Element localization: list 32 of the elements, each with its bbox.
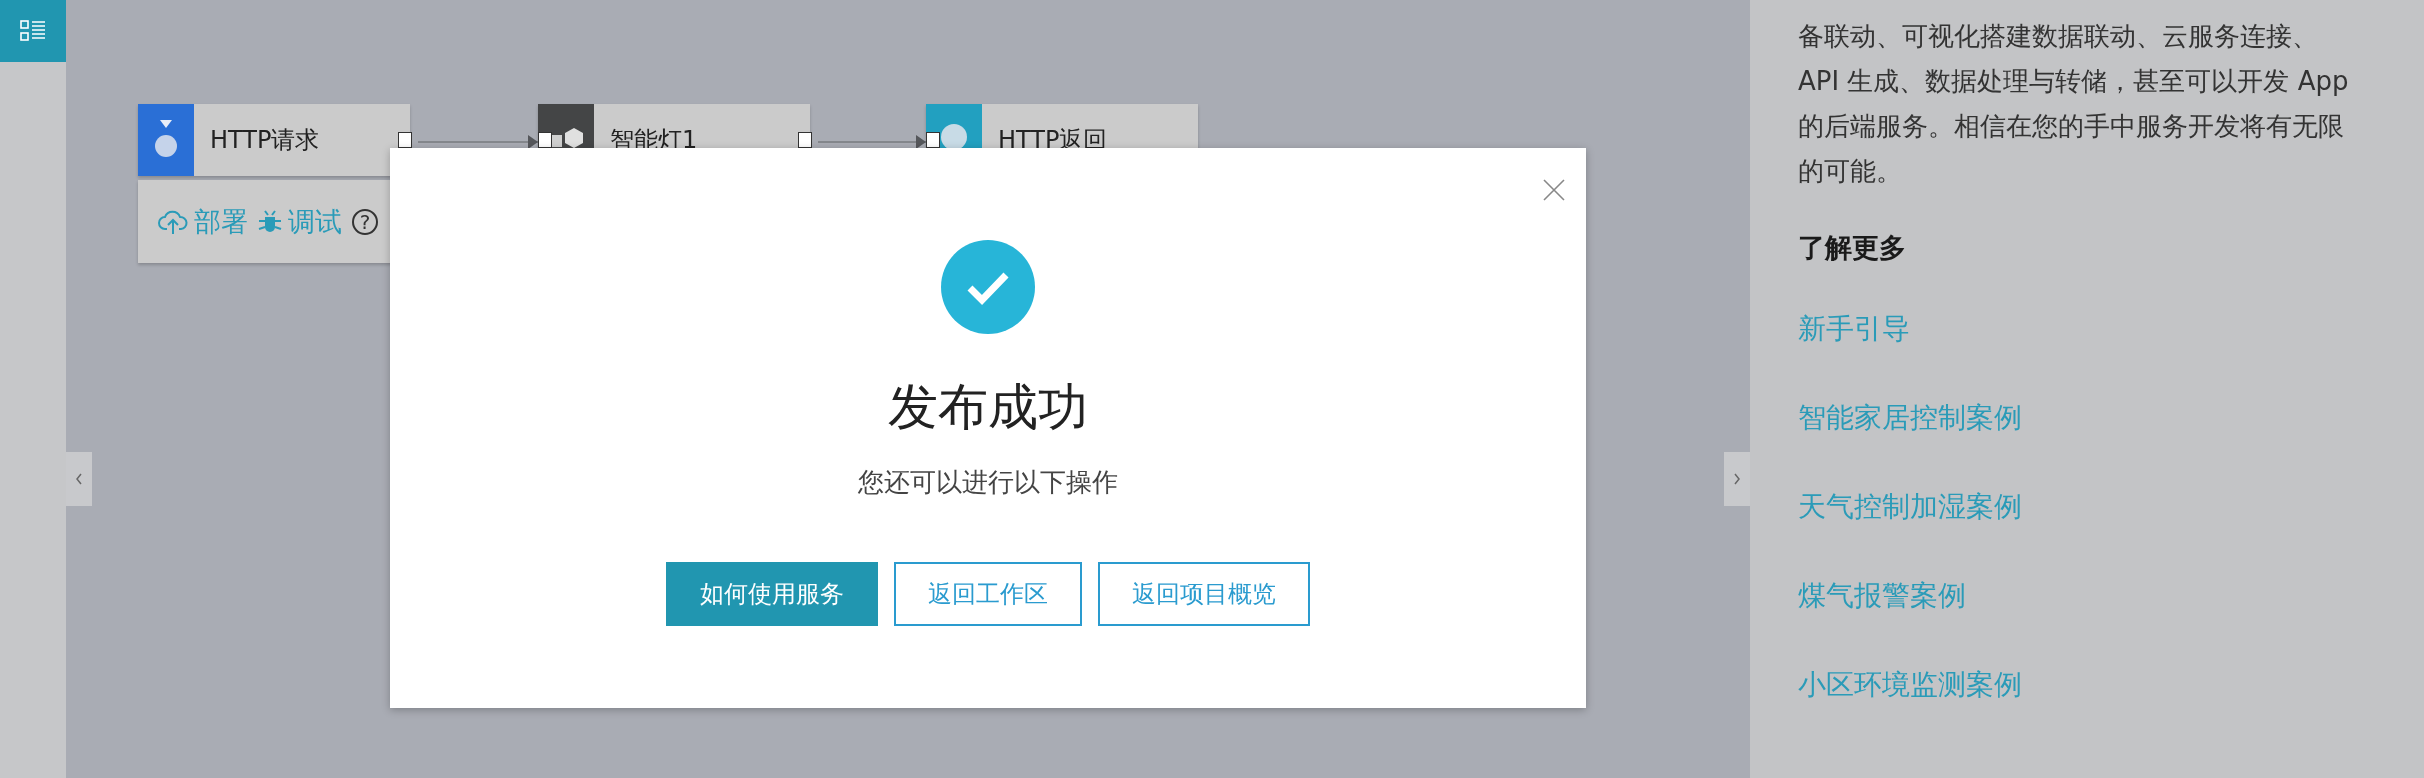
port-handle[interactable]: [538, 132, 552, 148]
chevron-left-icon: [74, 472, 84, 486]
dialog-button[interactable]: 返回工作区: [894, 562, 1082, 626]
close-button[interactable]: [1542, 178, 1566, 202]
dialog-button[interactable]: 返回项目概览: [1098, 562, 1310, 626]
toolbar-action[interactable]: 调试: [258, 203, 342, 240]
node-label: HTTP请求: [210, 125, 320, 156]
help-link[interactable]: 小区环境监测案例: [1798, 666, 2022, 704]
success-check-icon: [941, 240, 1035, 334]
toolbar-action[interactable]: 部署: [158, 203, 248, 240]
cloud-upload-icon: [158, 208, 188, 235]
chevron-right-icon: [1732, 472, 1742, 486]
help-link[interactable]: 智能家居控制案例: [1798, 399, 2022, 437]
menu-button[interactable]: [0, 0, 66, 62]
flow-node[interactable]: HTTP请求: [138, 104, 410, 176]
close-icon: [1542, 178, 1566, 202]
list-icon: [20, 20, 46, 42]
help-link[interactable]: 新手引导: [1798, 310, 1910, 348]
dialog-message: 您还可以进行以下操作: [858, 466, 1118, 499]
help-icon[interactable]: ?: [352, 208, 378, 235]
section-heading: 了解更多: [1798, 231, 1906, 265]
help-link[interactable]: 煤气报警案例: [1798, 577, 1966, 615]
collapse-handle[interactable]: [66, 452, 92, 506]
port-handle[interactable]: [926, 132, 940, 148]
port-handle[interactable]: [798, 132, 812, 148]
dialog-title: 发布成功: [888, 377, 1088, 438]
dialog-button[interactable]: 如何使用服务: [666, 562, 878, 626]
description-text: 备联动、可视化搭建数据联动、云服务连接、API 生成、数据处理与转储，甚至可以开发 App 的后端服务。相信在您的手中服务开发将有无限的可能。: [1798, 20, 2350, 188]
port-handle[interactable]: [398, 132, 412, 148]
bug-icon: [258, 208, 282, 235]
help-link[interactable]: 天气控制加湿案例: [1798, 488, 2022, 526]
expand-handle[interactable]: [1724, 452, 1750, 506]
